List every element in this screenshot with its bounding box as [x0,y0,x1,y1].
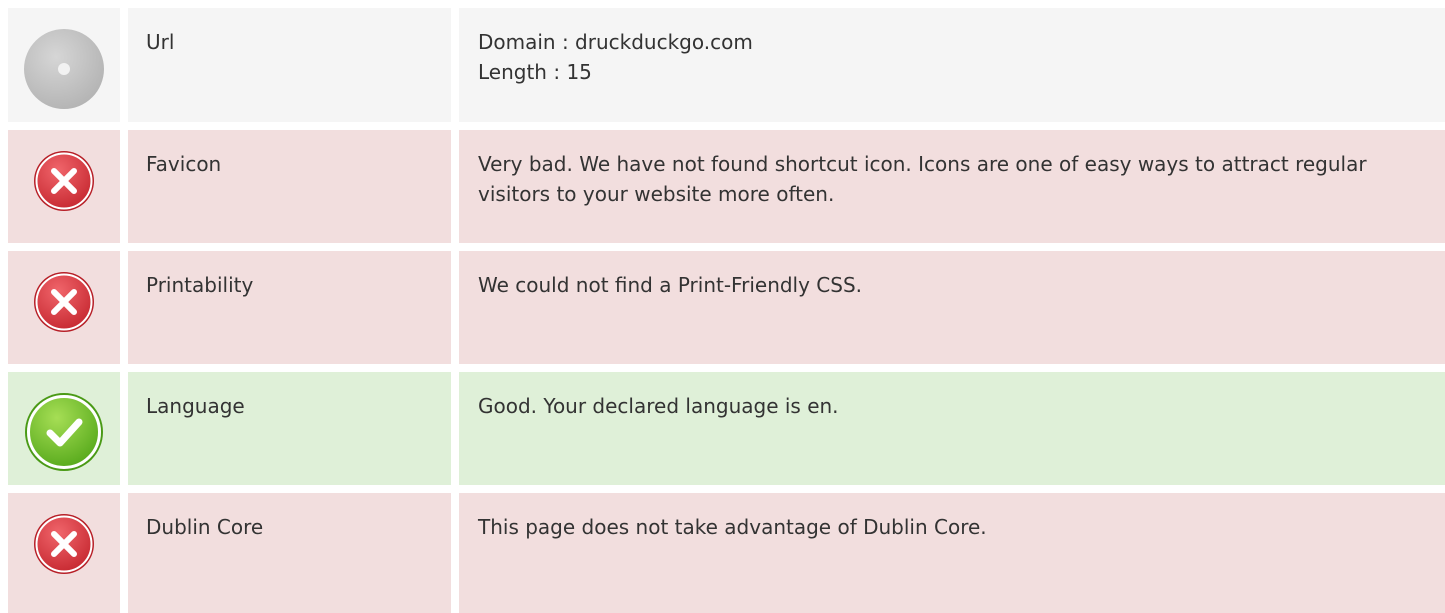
check-name: Language [128,372,451,485]
favicon-result-text: Very bad. We have not found shortcut ico… [478,152,1367,206]
error-x-icon [33,150,95,243]
check-name: Dublin Core [128,493,451,613]
check-value: We could not find a Print-Friendly CSS. [459,251,1445,364]
check-name-label: Favicon [146,152,222,176]
status-icon-cell [8,372,120,485]
check-name-label: Url [146,30,175,54]
dublin-core-result-text: This page does not take advantage of Dub… [478,515,987,539]
check-name: Favicon [128,130,451,243]
status-icon-cell [8,251,120,364]
check-value: Good. Your declared language is en. [459,372,1445,485]
status-icon-cell [8,493,120,613]
check-row-favicon: Favicon Very bad. We have not found shor… [8,130,1445,243]
check-name: Url [128,8,451,122]
neutral-dot-icon [23,28,105,122]
check-name-label: Language [146,394,245,418]
url-length-text: Length : 15 [478,60,592,84]
check-row-url: Url Domain : druckduckgo.com Length : 15 [8,8,1445,122]
checkmark-icon [24,392,104,485]
check-name: Printability [128,251,451,364]
check-value: Very bad. We have not found shortcut ico… [459,130,1445,243]
check-name-label: Dublin Core [146,515,264,539]
check-row-dublin-core: Dublin Core This page does not take adva… [8,493,1445,613]
error-x-icon [33,513,95,613]
language-result-text: Good. Your declared language is en. [478,394,839,418]
check-value: This page does not take advantage of Dub… [459,493,1445,613]
error-x-icon [33,271,95,364]
printability-result-text: We could not find a Print-Friendly CSS. [478,273,863,297]
check-value: Domain : druckduckgo.com Length : 15 [459,8,1445,122]
status-icon-cell [8,8,120,122]
status-icon-cell [8,130,120,243]
url-domain-text: Domain : druckduckgo.com [478,30,753,54]
check-row-language: Language Good. Your declared language is… [8,372,1445,485]
check-row-printability: Printability We could not find a Print-F… [8,251,1445,364]
check-name-label: Printability [146,273,254,297]
seo-check-table: Url Domain : druckduckgo.com Length : 15 [8,8,1445,613]
